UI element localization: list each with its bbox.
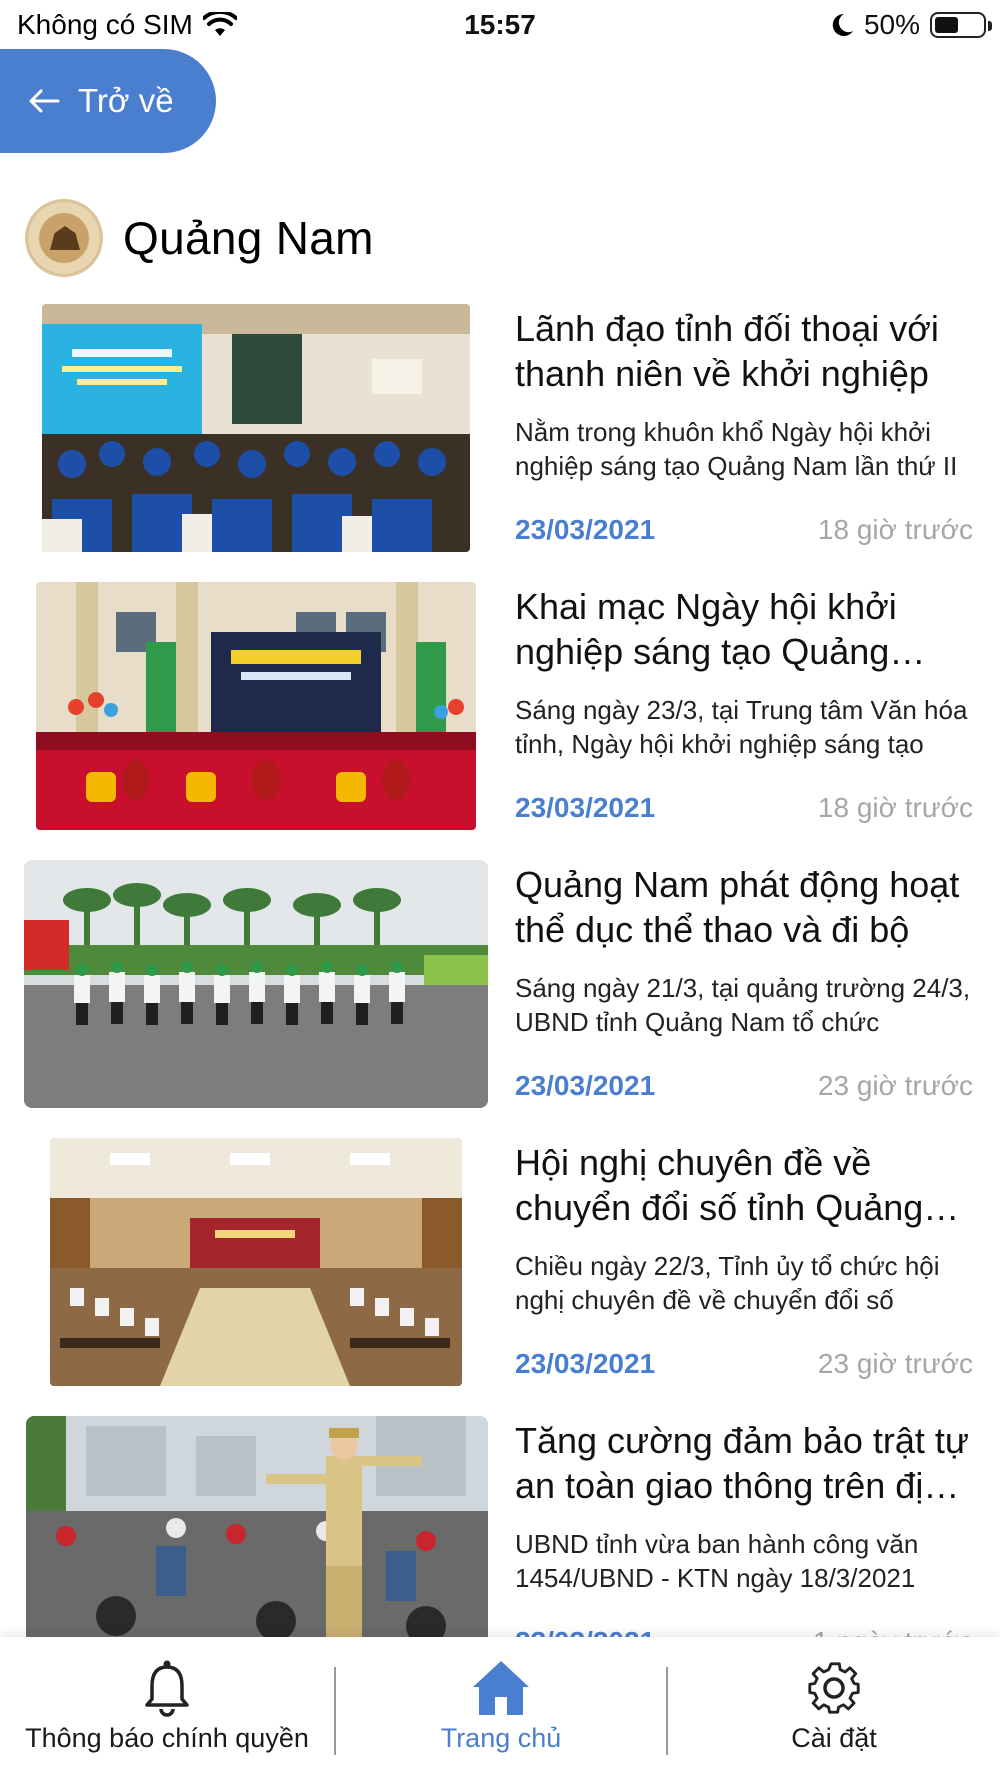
bottom-tab-bar: Thông báo chính quyền Trang chủ Cài đặt <box>0 1637 1000 1778</box>
news-thumbnail[interactable] <box>24 860 488 1108</box>
news-title: Hội nghị chuyên đề về chuyển đổi số tỉnh… <box>515 1142 924 1228</box>
battery-tip <box>988 21 992 31</box>
back-label: Trở về <box>78 82 174 119</box>
gear-icon <box>808 1662 860 1714</box>
tab-settings[interactable]: Cài đặt <box>668 1637 1000 1778</box>
page-header: Quảng Nam <box>25 197 374 279</box>
news-title: Quảng Nam phát động hoạt thể dục thể tha… <box>515 864 960 950</box>
status-right: 50% <box>830 9 992 41</box>
moon-icon <box>832 13 853 36</box>
home-icon <box>473 1661 529 1715</box>
news-thumbnail[interactable] <box>26 1416 488 1664</box>
tab-label: Thông báo chính quyền <box>25 1723 309 1753</box>
news-title: Khai mạc Ngày hội khởi nghiệp sáng tạo Q… <box>515 586 897 672</box>
news-date: 23/03/2021 <box>515 514 656 545</box>
tab-label: Trang chủ <box>440 1723 562 1753</box>
battery-icon <box>930 12 992 38</box>
news-item[interactable]: Tăng cường đảm bảo trật tự an toàn giao … <box>0 1412 1000 1672</box>
province-emblem-logo <box>25 199 103 277</box>
tab-notifications[interactable]: Thông báo chính quyền <box>0 1637 334 1778</box>
news-date: 23/03/2021 <box>515 792 656 823</box>
news-date: 23/03/2021 <box>515 1348 656 1379</box>
news-summary: Nằm trong khuôn khổ Ngày hội khởi nghiệp… <box>515 417 958 481</box>
news-summary: UBND tỉnh vừa ban hành công văn 1454/UBN… <box>515 1529 919 1593</box>
news-thumbnail[interactable] <box>42 304 470 552</box>
news-title: Lãnh đạo tỉnh đối thoại với thanh niên v… <box>515 308 939 394</box>
news-time-ago: 18 giờ trước <box>817 792 973 823</box>
news-summary: Chiều ngày 22/3, Tỉnh ủy tổ chức hội ngh… <box>515 1251 940 1315</box>
news-title: Tăng cường đảm bảo trật tự an toàn giao … <box>515 1420 970 1506</box>
news-summary: Sáng ngày 21/3, tại quảng trường 24/3, U… <box>515 973 971 1037</box>
news-thumbnail[interactable] <box>36 582 476 830</box>
tab-home[interactable]: Trang chủ <box>336 1637 666 1778</box>
battery-fill <box>935 17 958 33</box>
arrow-left-icon <box>29 89 60 113</box>
status-bar: Không có SIM 15:57 50% <box>0 0 1000 50</box>
news-summary: Sáng ngày 23/3, tại Trung tâm Văn hóa tỉ… <box>515 695 968 759</box>
news-date: 23/03/2021 <box>515 1070 656 1101</box>
news-item[interactable]: Quảng Nam phát động hoạt thể dục thể tha… <box>0 856 1000 1116</box>
battery-percent: 50% <box>863 9 920 40</box>
news-time-ago: 18 giờ trước <box>817 514 973 545</box>
news-time-ago: 23 giờ trước <box>817 1070 973 1101</box>
news-thumbnail[interactable] <box>50 1138 462 1386</box>
page-title: Quảng Nam <box>123 212 374 264</box>
news-item[interactable]: Lãnh đạo tỉnh đối thoại với thanh niên v… <box>0 300 1000 560</box>
news-item[interactable]: Khai mạc Ngày hội khởi nghiệp sáng tạo Q… <box>0 578 1000 838</box>
back-button[interactable]: Trở về <box>0 49 216 153</box>
news-item[interactable]: Hội nghị chuyên đề về chuyển đổi số tỉnh… <box>0 1134 1000 1394</box>
tab-label: Cài đặt <box>791 1723 877 1753</box>
news-time-ago: 23 giờ trước <box>817 1348 973 1379</box>
bell-icon <box>145 1660 189 1717</box>
